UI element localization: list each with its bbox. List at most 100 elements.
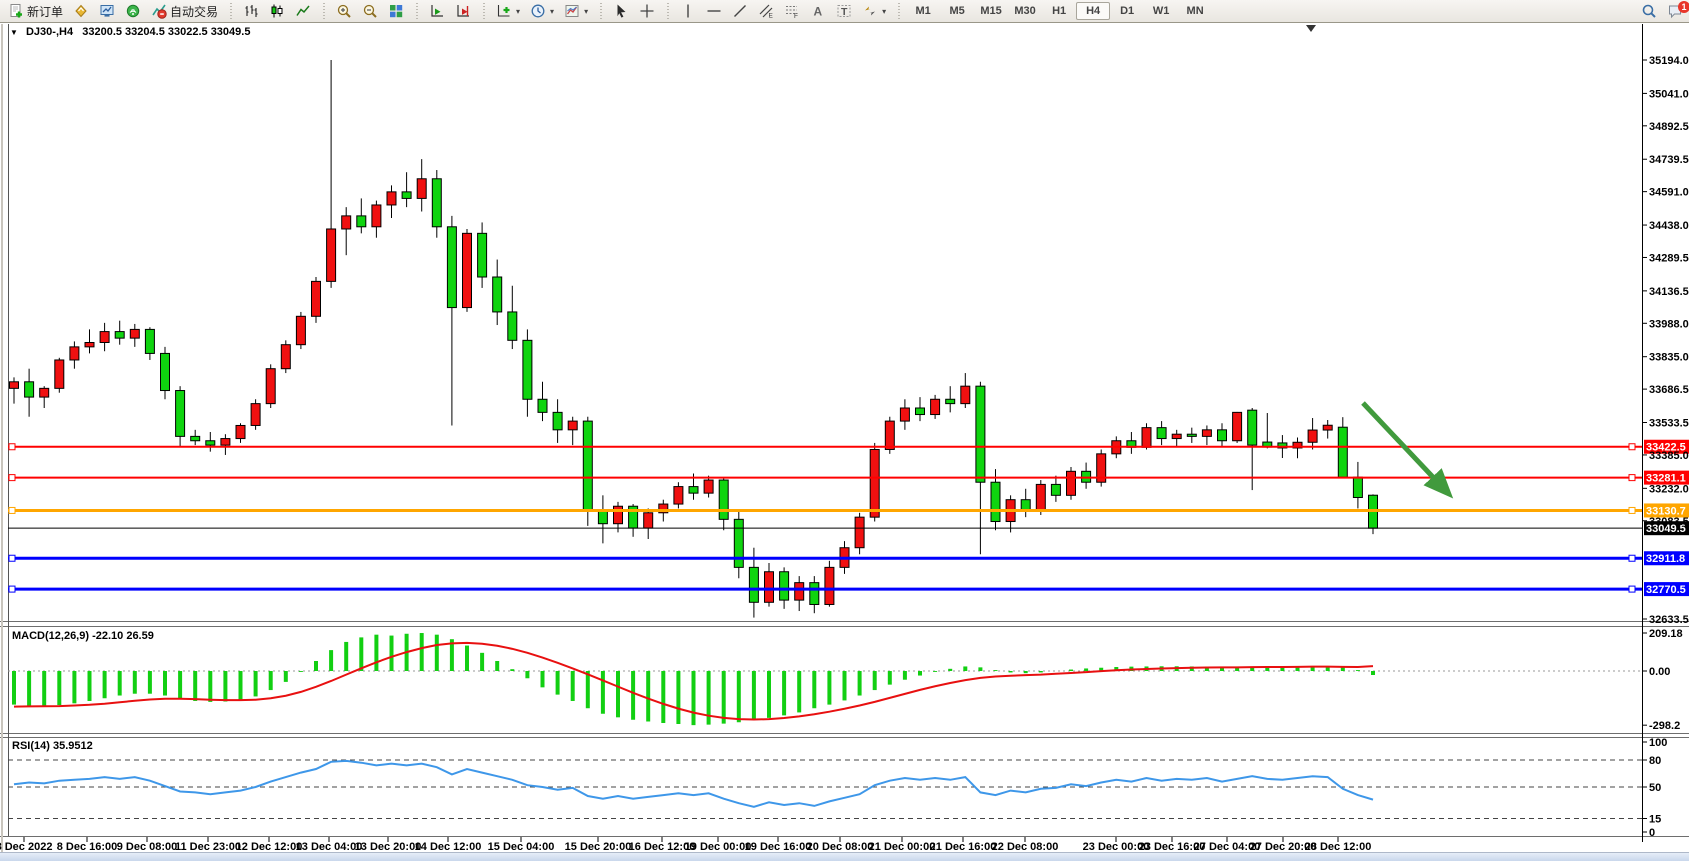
bull-candle (70, 347, 79, 360)
y-axis-label: 34289.5 (1649, 252, 1689, 264)
bear-candle (1248, 410, 1257, 445)
candles (10, 60, 1378, 618)
line-handle[interactable] (1629, 444, 1635, 450)
line-handle[interactable] (9, 586, 15, 592)
text-label-button[interactable]: T (831, 1, 857, 21)
y-axis-label: 35041.0 (1649, 88, 1689, 100)
line-handle[interactable] (1629, 555, 1635, 561)
timeframe-w1[interactable]: W1 (1144, 2, 1178, 20)
chart-canvas[interactable]: 33422.533281.133130.733049.532911.832770… (0, 0, 1689, 860)
zoom-out-button[interactable] (357, 1, 383, 21)
rsi-axis-label: 50 (1649, 782, 1661, 794)
line-handle[interactable] (9, 507, 15, 513)
channel-button[interactable]: E (753, 1, 779, 21)
toolbar-separator (896, 3, 901, 19)
svg-text:T: T (841, 6, 848, 18)
text-label-icon: T (836, 3, 852, 19)
line-handle[interactable] (9, 475, 15, 481)
chart-menu-icon[interactable]: ▼ (10, 28, 18, 37)
price-badge-label: 32770.5 (1646, 584, 1686, 596)
timeframe-m15[interactable]: M15 (974, 2, 1008, 20)
templates-button[interactable]: ▾ (559, 1, 593, 21)
price-hline[interactable]: 33422.5 (8, 440, 1689, 454)
timeframe-mn[interactable]: MN (1178, 2, 1212, 20)
search-icon[interactable] (1641, 3, 1657, 19)
bull-candle (100, 332, 109, 343)
timeframe-m1[interactable]: M1 (906, 2, 940, 20)
bull-candle (1323, 425, 1332, 430)
chart-shift-marker[interactable] (1306, 25, 1316, 32)
price-hline[interactable]: 33049.5 (8, 521, 1689, 535)
arrows-button[interactable]: ▾ (857, 1, 891, 21)
bull-candle (855, 517, 864, 548)
candlestick-button[interactable] (264, 1, 290, 21)
indicators-button[interactable]: ▾ (491, 1, 525, 21)
line-handle[interactable] (1629, 475, 1635, 481)
bear-candle (749, 567, 758, 602)
timeframe-h4[interactable]: H4 (1076, 2, 1110, 20)
macd-axis-label: 0.00 (1649, 666, 1670, 678)
price-hline[interactable]: 33130.7 (8, 503, 1689, 517)
rsi-pane: 1008050150 (8, 737, 1667, 839)
bear-candle (432, 179, 441, 227)
notifications-button[interactable]: 1 (1667, 3, 1683, 19)
chart-title: ▼ DJ30-,H4 33200.5 33204.5 33022.5 33049… (10, 26, 250, 38)
fibonacci-button[interactable]: F (779, 1, 805, 21)
autotrading-label: 自动交易 (170, 3, 218, 20)
notification-badge: 1 (1678, 1, 1689, 13)
y-axis-label: 33533.5 (1649, 418, 1689, 430)
bull-candle (327, 229, 336, 281)
bull-candle (1202, 430, 1211, 437)
line-handle[interactable] (1629, 507, 1635, 513)
bear-candle (115, 332, 124, 339)
line-handle[interactable] (1629, 586, 1635, 592)
crosshair-button[interactable] (634, 1, 660, 21)
timeframe-m5[interactable]: M5 (940, 2, 974, 20)
zoom-in-button[interactable] (331, 1, 357, 21)
bear-candle (538, 399, 547, 412)
signals-button[interactable] (120, 1, 146, 21)
ohlc-values: 33200.5 33204.5 33022.5 33049.5 (82, 26, 250, 38)
toolbar-separator (228, 3, 233, 19)
vertical-line-button[interactable] (675, 1, 701, 21)
horizontal-line-objects[interactable]: 33422.533281.133130.733049.532911.832770… (8, 440, 1689, 596)
metaeditor-button[interactable] (68, 1, 94, 21)
macd-indicator-label: MACD(12,26,9) -22.10 26.59 (12, 630, 154, 642)
auto-scroll-button[interactable] (424, 1, 450, 21)
bull-candle (221, 439, 230, 446)
bull-candle (40, 388, 49, 397)
price-hline[interactable]: 32770.5 (8, 582, 1689, 596)
horizontal-line-button[interactable] (701, 1, 727, 21)
bar-chart-button[interactable] (238, 1, 264, 21)
timeframe-d1[interactable]: D1 (1110, 2, 1144, 20)
bear-candle (1353, 477, 1362, 497)
timeframe-h1[interactable]: H1 (1042, 2, 1076, 20)
main-toolbar: 新订单 (0, 0, 1689, 23)
tile-windows-button[interactable] (383, 1, 409, 21)
bear-candle (598, 511, 607, 524)
new-order-button[interactable]: 新订单 (3, 1, 68, 22)
macd-axis-label: -298.2 (1649, 720, 1680, 732)
line-chart-button[interactable] (290, 1, 316, 21)
trendline-button[interactable] (727, 1, 753, 21)
time-axis[interactable]: 8 Dec 20228 Dec 16:009 Dec 08:0011 Dec 2… (0, 837, 1371, 853)
horizontal-line-icon (706, 3, 722, 19)
chart-shift-button[interactable] (450, 1, 476, 21)
y-axis-label: 33083.5 (1649, 516, 1689, 528)
new-order-icon (8, 3, 24, 19)
line-handle[interactable] (9, 444, 15, 450)
text-button[interactable]: A (805, 1, 831, 21)
timeframe-m30[interactable]: M30 (1008, 2, 1042, 20)
autotrading-button[interactable]: 自动交易 (146, 1, 223, 22)
terminal-button[interactable] (94, 1, 120, 21)
y-axis-label: 33385.0 (1649, 450, 1689, 462)
periods-button[interactable]: ▾ (525, 1, 559, 21)
bear-candle (25, 382, 34, 397)
line-handle[interactable] (9, 555, 15, 561)
bear-candle (1218, 430, 1227, 441)
cursor-button[interactable] (608, 1, 634, 21)
y-axis-label: 34438.0 (1649, 220, 1689, 232)
y-axis-label: 34739.5 (1649, 154, 1689, 166)
bull-candle (644, 513, 653, 528)
price-axis[interactable]: 35194.035041.034892.534739.534591.034438… (1642, 55, 1689, 626)
